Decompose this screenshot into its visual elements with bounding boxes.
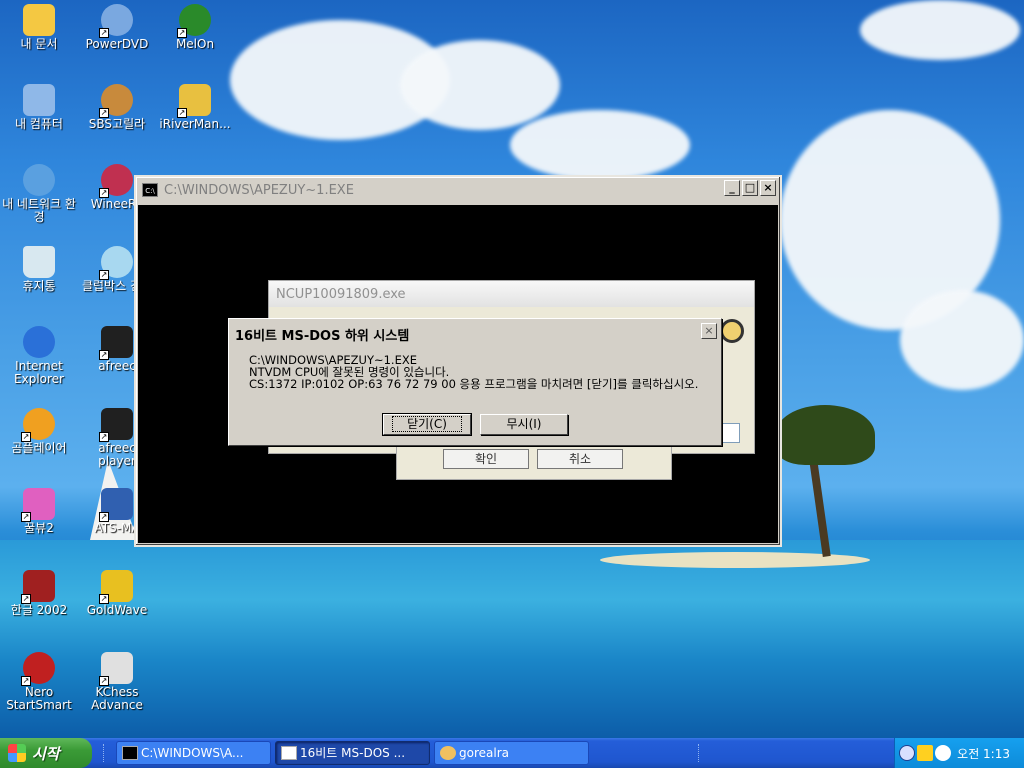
wallpaper-cloud bbox=[900, 290, 1024, 390]
close-dialog-button[interactable]: 닫기(C) bbox=[382, 413, 472, 436]
icon-label: SBS고릴라 bbox=[88, 117, 146, 131]
computer-icon bbox=[23, 84, 55, 116]
melon-icon: ↗ bbox=[177, 4, 211, 38]
recycle-bin-icon bbox=[23, 246, 55, 278]
error-message: C:\WINDOWS\APEZUY~1.EXE NTVDM CPU에 잘못된 명… bbox=[249, 354, 698, 390]
start-label: 시작 bbox=[32, 744, 60, 763]
system-tray: 오전 1:13 bbox=[894, 738, 1024, 768]
desktop-icon-kchess[interactable]: ↗ KChess Advance bbox=[78, 652, 156, 712]
ncup-title: NCUP10091809.exe bbox=[269, 281, 754, 307]
desktop-icon-hangul-2002[interactable]: ↗ 한글 2002 bbox=[0, 570, 78, 617]
error-dialog[interactable]: 16비트 MS-DOS 하위 시스템 × C:\WINDOWS\APEZUY~1… bbox=[228, 318, 722, 446]
network-tray-icon[interactable] bbox=[935, 745, 951, 761]
winee-icon: ↗ bbox=[99, 164, 133, 198]
desktop-icon-honeyview[interactable]: ↗ 꿀뷰2 bbox=[0, 488, 78, 535]
desktop-icon-my-network[interactable]: 내 네트워크 환경 bbox=[0, 164, 78, 224]
icon-label: Nero StartSmart bbox=[6, 685, 72, 712]
wallpaper-palm-leaves bbox=[775, 405, 875, 465]
clock[interactable]: 오전 1:13 bbox=[957, 745, 1010, 762]
maximize-button[interactable]: □ bbox=[742, 180, 758, 196]
icon-label: GoldWave bbox=[86, 603, 148, 617]
taskbar-item-label: 16비트 MS-DOS ... bbox=[300, 746, 406, 760]
taskbar-item-console[interactable]: C:\WINDOWS\A... bbox=[116, 741, 271, 765]
icon-label: MelOn bbox=[175, 37, 215, 51]
icon-label: iRiverMan... bbox=[159, 117, 231, 131]
afreeca-player-icon: ↗ bbox=[99, 408, 133, 442]
afreeca-icon: ↗ bbox=[99, 326, 133, 360]
taskbar-grip[interactable] bbox=[698, 744, 701, 762]
taskbar: 시작 C:\WINDOWS\A... 16비트 MS-DOS ... gorea… bbox=[0, 738, 1024, 768]
command-prompt-icon: C:\ bbox=[142, 183, 158, 197]
command-prompt-icon bbox=[122, 746, 138, 760]
icon-label: afreec bbox=[98, 359, 136, 373]
clubbox-icon: ↗ bbox=[99, 246, 133, 280]
windows-logo-icon bbox=[8, 744, 26, 762]
wallpaper-cloud bbox=[510, 110, 690, 180]
icon-label: 내 문서 bbox=[20, 37, 58, 51]
hangul-icon: ↗ bbox=[21, 570, 55, 604]
desktop-icon-melon[interactable]: ↗ MelOn bbox=[156, 4, 234, 51]
error-dialog-close-button[interactable]: × bbox=[701, 323, 717, 339]
desktop-icon-powerdvd[interactable]: ↗ PowerDVD bbox=[78, 4, 156, 51]
goldwave-icon: ↗ bbox=[99, 570, 133, 604]
console-titlebar[interactable]: C:\ C:\WINDOWS\APEZUY~1.EXE bbox=[138, 179, 778, 201]
iriver-icon: ↗ bbox=[177, 84, 211, 118]
taskbar-grip[interactable] bbox=[103, 744, 106, 762]
desktop-icon-sbs-gorilla[interactable]: ↗ SBS고릴라 bbox=[78, 84, 156, 131]
icon-label: PowerDVD bbox=[85, 37, 149, 51]
folder-icon bbox=[23, 4, 55, 36]
wallpaper-cloud bbox=[860, 0, 1020, 60]
taskbar-item-label: C:\WINDOWS\A... bbox=[141, 746, 244, 760]
honeyview-icon: ↗ bbox=[21, 488, 55, 522]
gomplayer-icon: ↗ bbox=[21, 408, 55, 442]
ncup-cancel-button[interactable]: 취소 bbox=[537, 449, 623, 469]
desktop-icon-my-computer[interactable]: 내 컴퓨터 bbox=[0, 84, 78, 131]
error-dialog-title: 16비트 MS-DOS 하위 시스템 bbox=[231, 321, 719, 344]
gorilla-icon: ↗ bbox=[99, 84, 133, 118]
internet-explorer-icon bbox=[23, 326, 55, 358]
desktop-icon-goldwave[interactable]: ↗ GoldWave bbox=[78, 570, 156, 617]
icon-label: 곰플레이어 bbox=[11, 441, 67, 455]
window-icon bbox=[281, 746, 297, 760]
chess-knight-icon: ↗ bbox=[99, 652, 133, 686]
minimize-button[interactable]: _ bbox=[724, 180, 740, 196]
chevron-left-icon[interactable] bbox=[899, 745, 915, 761]
gorealra-icon bbox=[440, 746, 456, 760]
icon-label: 휴지통 bbox=[22, 279, 56, 293]
icon-label: 한글 2002 bbox=[10, 603, 68, 617]
ignore-button[interactable]: 무시(I) bbox=[480, 414, 568, 435]
icon-label: afreec player bbox=[98, 441, 136, 468]
nero-icon: ↗ bbox=[21, 652, 55, 686]
dvd-icon: ↗ bbox=[99, 4, 133, 38]
desktop-icon-gomplayer[interactable]: ↗ 곰플레이어 bbox=[0, 408, 78, 455]
taskbar-item-gorealra[interactable]: gorealra bbox=[434, 741, 589, 765]
ats-icon: ↗ bbox=[99, 488, 133, 522]
taskbar-item-msdos-dialog[interactable]: 16비트 MS-DOS ... bbox=[275, 741, 430, 765]
desktop-icon-internet-explorer[interactable]: Internet Explorer bbox=[0, 326, 78, 386]
icon-label: 내 네트워크 환경 bbox=[2, 197, 76, 224]
icon-label: 꿀뷰2 bbox=[24, 521, 54, 535]
desktop-icon-recycle-bin[interactable]: 휴지통 bbox=[0, 246, 78, 293]
wallpaper-cloud bbox=[400, 40, 560, 130]
network-icon bbox=[23, 164, 55, 196]
ime-icon[interactable] bbox=[917, 745, 933, 761]
icon-label: KChess Advance bbox=[91, 685, 143, 712]
close-dialog-button-label: 닫기(C) bbox=[392, 416, 462, 432]
close-button[interactable]: × bbox=[760, 180, 776, 196]
icon-label: Internet Explorer bbox=[14, 359, 64, 386]
desktop-icon-irivermanager[interactable]: ↗ iRiverMan... bbox=[156, 84, 234, 131]
icon-label: 내 컴퓨터 bbox=[15, 117, 63, 131]
magnifier-icon bbox=[720, 319, 744, 343]
ncup-ok-button[interactable]: 확인 bbox=[443, 449, 529, 469]
desktop-icon-my-documents[interactable]: 내 문서 bbox=[0, 4, 78, 51]
desktop-icon-nero[interactable]: ↗ Nero StartSmart bbox=[0, 652, 78, 712]
icon-label: ATS-MA bbox=[94, 521, 140, 535]
start-button[interactable]: 시작 bbox=[0, 738, 92, 768]
error-message-line: CS:1372 IP:0102 OP:63 76 72 79 00 응용 프로그… bbox=[249, 377, 699, 391]
ncup-button-panel: 확인 취소 bbox=[396, 440, 672, 480]
taskbar-item-label: gorealra bbox=[459, 746, 509, 760]
console-title: C:\WINDOWS\APEZUY~1.EXE bbox=[164, 182, 354, 198]
